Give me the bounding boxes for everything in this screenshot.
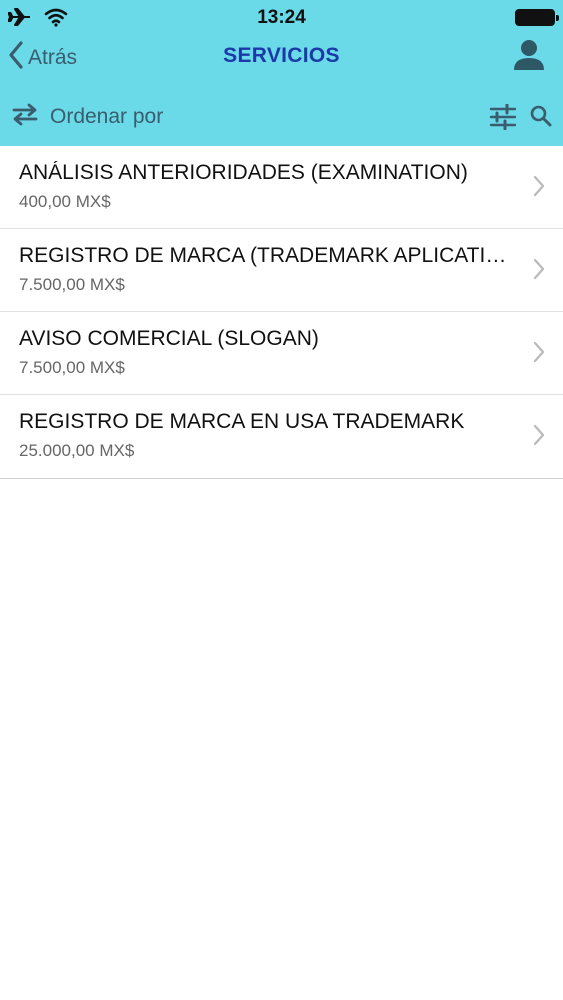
toolbar: Ordenar por — [0, 98, 563, 138]
list-item[interactable]: ANÁLISIS ANTERIORIDADES (EXAMINATION) 40… — [0, 146, 563, 229]
service-name: ANÁLISIS ANTERIORIDADES (EXAMINATION) — [19, 161, 468, 184]
list-item[interactable]: AVISO COMERCIAL (SLOGAN) 7.500,00 MX$ — [0, 312, 563, 395]
status-bar: 13:24 — [0, 0, 563, 36]
chevron-right-icon — [533, 175, 545, 202]
sliders-icon — [489, 103, 517, 134]
service-name: AVISO COMERCIAL (SLOGAN) — [19, 327, 319, 350]
filter-button[interactable] — [489, 103, 517, 135]
service-name: REGISTRO DE MARCA (TRADEMARK APLICATION) — [19, 244, 519, 267]
swap-arrows-icon — [10, 102, 40, 131]
search-icon — [529, 105, 553, 132]
sort-label: Ordenar por — [50, 104, 164, 128]
chevron-right-icon — [533, 341, 545, 368]
service-price: 7.500,00 MX$ — [19, 275, 125, 294]
list-item[interactable]: REGISTRO DE MARCA (TRADEMARK APLICATION)… — [0, 229, 563, 312]
service-price: 25.000,00 MX$ — [19, 441, 135, 460]
user-icon — [513, 40, 545, 74]
sort-button[interactable]: Ordenar por — [10, 102, 163, 131]
nav-bar: Atrás SERVICIOS — [0, 36, 563, 80]
list-item[interactable]: REGISTRO DE MARCA EN USA TRADEMARK 25.00… — [0, 395, 563, 478]
search-button[interactable] — [529, 104, 553, 133]
page-title: SERVICIOS — [223, 44, 340, 67]
status-time: 13:24 — [257, 7, 306, 28]
chevron-right-icon — [533, 258, 545, 285]
header: 13:24 Atrás SERVICIOS Ordenar por — [0, 0, 563, 146]
profile-button[interactable] — [513, 38, 545, 75]
service-price: 7.500,00 MX$ — [19, 358, 125, 377]
service-name: REGISTRO DE MARCA EN USA TRADEMARK — [19, 410, 465, 433]
services-list: ANÁLISIS ANTERIORIDADES (EXAMINATION) 40… — [0, 146, 563, 479]
battery-icon — [515, 9, 559, 26]
service-price: 400,00 MX$ — [19, 192, 111, 211]
chevron-right-icon — [533, 424, 545, 451]
